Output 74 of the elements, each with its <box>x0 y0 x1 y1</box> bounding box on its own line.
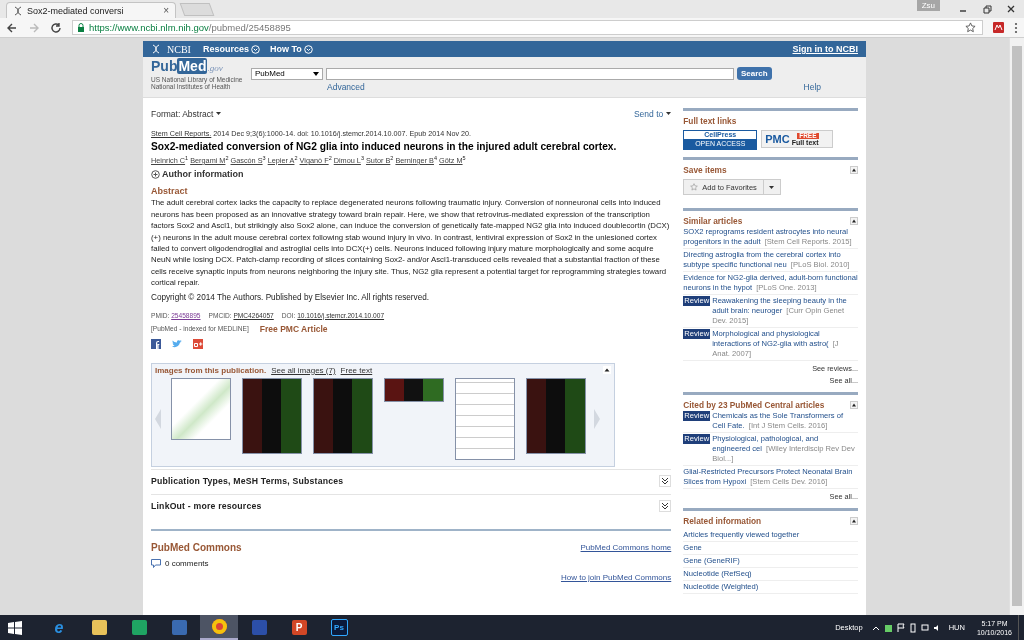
article-title: Sox2-mediated conversion of NG2 glia into induced neurons in the injured adult cerebral cortex. <box>151 141 618 153</box>
pubmed-logo[interactable]: PubMed.gov <box>151 59 251 76</box>
address-field[interactable]: https://www.ncbi.nlm.nih.gov/pubmed/25458895 <box>72 20 983 35</box>
nav-menu[interactable]: Resources <box>202 44 260 54</box>
comment-count[interactable]: 0 comments <box>165 558 209 568</box>
plus-square-icon[interactable] <box>193 338 203 349</box>
share-square-icon[interactable] <box>151 338 161 349</box>
figure-thumbnail[interactable] <box>384 378 444 403</box>
figure-thumbnail[interactable] <box>526 378 586 455</box>
images-link[interactable]: Free text <box>340 365 373 375</box>
panel-heading: Save items <box>683 165 727 175</box>
taskbar-app[interactable]: Ps <box>320 615 358 640</box>
send-to-dropdown[interactable]: Send to <box>633 108 672 119</box>
figure-thumbnail[interactable] <box>171 378 231 441</box>
restore-icon[interactable] <box>982 4 992 14</box>
format-dropdown[interactable]: Format: Abstract <box>151 108 222 119</box>
browser-tab[interactable]: Sox2-mediated conversi × <box>6 2 176 18</box>
collapse-icon[interactable] <box>850 401 858 409</box>
close-icon[interactable] <box>1006 4 1016 14</box>
images-heading: Images from this publication. <box>155 365 267 375</box>
images-link[interactable]: See all images (7) <box>271 365 336 375</box>
back-icon[interactable] <box>6 21 18 34</box>
helix-icon <box>151 44 161 54</box>
caret-icon[interactable] <box>313 71 319 76</box>
chevron-icon[interactable] <box>659 499 672 512</box>
caret-icon[interactable] <box>769 185 775 189</box>
section-heading[interactable]: LinkOut - more resources <box>151 500 262 511</box>
search-field[interactable] <box>326 67 734 80</box>
help-link[interactable]: Help <box>803 82 821 92</box>
windows-logo-icon[interactable] <box>8 620 22 635</box>
advanced-link[interactable]: Advanced <box>327 82 365 92</box>
commons-home-link[interactable]: PubMed Commons home <box>580 542 672 552</box>
chevron-circle-icon[interactable] <box>303 44 313 54</box>
reload-icon[interactable] <box>50 21 62 34</box>
figure-thumbnail[interactable] <box>455 378 515 461</box>
collapse-icon[interactable] <box>850 217 858 225</box>
star-icon[interactable] <box>965 22 976 33</box>
free-pmc-label: Free PMC Article <box>259 323 328 334</box>
menu-icon[interactable] <box>1014 21 1018 34</box>
database-dropdown[interactable]: PubMed <box>251 67 323 80</box>
copyright-text: Copyright © 2014 The Authors. Published by Elsevier Inc. All rights reserved. <box>151 292 431 302</box>
figure-thumbnail[interactable] <box>313 378 373 455</box>
plus-circle-icon[interactable] <box>151 169 160 179</box>
chevron-circle-icon[interactable] <box>250 44 260 54</box>
scrollbar[interactable] <box>1009 38 1024 615</box>
section-heading[interactable]: Publication Types, MeSH Terms, Substances <box>151 475 344 486</box>
lock-icon <box>77 23 85 32</box>
panel-heading: Full text links <box>683 116 737 126</box>
collapse-icon[interactable] <box>850 517 858 525</box>
author-information-toggle[interactable]: Author information <box>151 169 244 180</box>
tray-icons[interactable] <box>870 622 941 633</box>
chevron-icon[interactable] <box>659 474 672 487</box>
search-button[interactable]: Search <box>737 67 772 80</box>
taskbar-app[interactable]: e <box>40 615 78 640</box>
sign-in-link[interactable]: Sign in to NCBI <box>792 44 858 54</box>
commons-heading: PubMed Commons <box>151 541 242 553</box>
panel-heading: Related information <box>683 516 762 526</box>
taskbar-app[interactable] <box>200 615 238 640</box>
caret-icon[interactable] <box>666 112 672 115</box>
collapse-icon[interactable] <box>603 366 611 375</box>
star-icon[interactable] <box>690 183 699 191</box>
figure-thumbnail[interactable] <box>242 378 302 455</box>
panel-heading: Similar articles <box>683 216 743 226</box>
nav-menu[interactable]: How To <box>269 44 313 54</box>
extension-icon[interactable] <box>993 22 1004 33</box>
abstract-heading: Abstract <box>151 186 189 197</box>
speech-bubble-icon <box>151 558 161 568</box>
collapse-icon[interactable] <box>850 166 858 174</box>
panel-heading: Cited by 23 PubMed Central articles <box>683 400 825 410</box>
taskbar-app[interactable]: P <box>280 615 318 640</box>
join-commons-link[interactable]: How to join PubMed Commons <box>560 572 672 582</box>
caret-icon[interactable] <box>216 112 222 115</box>
ncbi-logo[interactable]: NCBI <box>167 43 191 55</box>
dna-icon <box>13 5 23 16</box>
